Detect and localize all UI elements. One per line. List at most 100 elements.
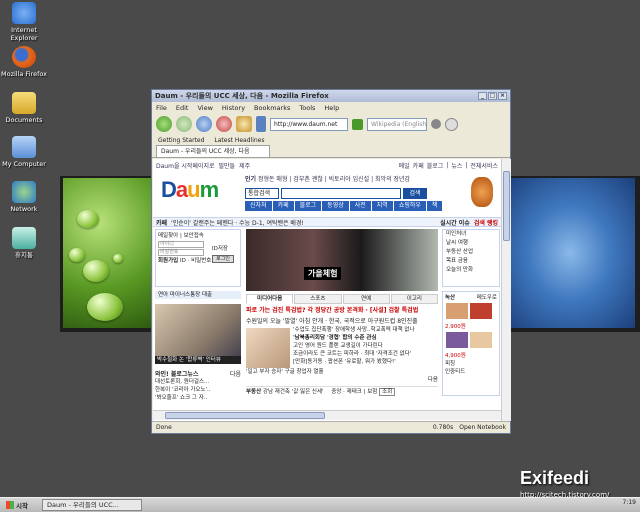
open-notebook-button[interactable]: Open Notebook <box>459 424 506 431</box>
product-price[interactable]: 2,900원 <box>445 323 497 331</box>
lookup-button[interactable]: 조회 <box>379 388 396 396</box>
news-item[interactable]: '남북총리회담 '경협' 합의 수준 관심 <box>293 334 438 342</box>
strip-headline[interactable]: '인순이' 갈랜주는 페멘다 · 수능 D-1, 여탁밴은 배경! <box>171 218 304 227</box>
minimize-button[interactable]: _ <box>478 92 487 100</box>
daum-top-link[interactable]: 필만들 <box>219 161 236 170</box>
product-image[interactable] <box>446 303 468 319</box>
daum-blog-link[interactable]: 블로그 <box>427 161 444 170</box>
news-item[interactable]: 고인 영어 원드 플랜 교생길이 가다린다 <box>293 342 438 350</box>
news-thumb-caption[interactable]: '일고 부자 승자' 구글 창업자 열흘 <box>246 368 438 376</box>
forward-button[interactable] <box>176 116 192 132</box>
desktop-icon-internet-explorer[interactable]: Internet Explorer <box>0 2 48 42</box>
daum-top-link[interactable]: 제주 <box>239 161 250 170</box>
start-button[interactable]: 시작 <box>0 499 34 512</box>
horizontal-scrollbar[interactable] <box>153 410 501 420</box>
menu-bookmarks[interactable]: Bookmarks <box>254 104 290 112</box>
search-rank-label[interactable]: 검색 랭킹 <box>474 218 498 227</box>
url-bar[interactable]: http://www.daum.net <box>270 117 348 131</box>
popular-keywords[interactable]: 정형돈 매형 | 검부촌 괜찮 | 빅토리아 임신설 | 최악의 장년감 <box>258 176 410 183</box>
thumbnail-caption[interactable]: 박수철화 논 '합류벽' 인터뷰 <box>155 356 241 364</box>
news-item[interactable]: 조금이라도 큰 코트는 피하라 · 최대 '자격조건 없다' <box>293 350 438 358</box>
taskbar-firefox-item[interactable]: Daum - 우리들의 UCC... <box>41 499 142 511</box>
product-label[interactable]: 피칭 <box>445 360 497 368</box>
login-button[interactable]: 로그인 <box>212 255 234 263</box>
service-item[interactable]: 미인처녀 <box>446 230 499 239</box>
product-label[interactable]: 인중티드 <box>445 368 497 376</box>
category-tab[interactable]: 지역 <box>371 201 393 211</box>
category-tab[interactable]: 동영상 <box>322 201 349 211</box>
vertical-scroll-thumb[interactable] <box>503 171 510 241</box>
service-item[interactable]: 날씨 여행 <box>446 239 499 248</box>
category-tab[interactable]: 사전 <box>349 201 371 211</box>
back-button[interactable] <box>156 116 172 132</box>
tab-entertainment[interactable]: 연예 <box>342 294 390 304</box>
blog-more-link[interactable]: 다음 <box>230 369 241 378</box>
headline[interactable]: 파로 가는 검진 특검법? 각 정당간 공방 본격화 · [사설] 검찰 특검법 <box>246 306 438 315</box>
search-icon[interactable] <box>431 119 441 129</box>
daum-logo[interactable]: Daum <box>161 177 219 203</box>
menu-file[interactable]: File <box>156 104 167 112</box>
login-options[interactable]: 메일찾아 | 보안접속 <box>158 232 238 240</box>
news-item[interactable]: [만화]동거동 · 팝션폰 '유로할, 뭐가 봤했다!' <box>293 358 438 366</box>
daum-news-link[interactable]: 뉴스 <box>451 161 462 170</box>
search-engine-input[interactable]: Wikipedia (English) <box>367 117 427 131</box>
news-more-link[interactable]: 다음 <box>246 376 438 384</box>
id-input[interactable]: 아이디 <box>158 241 204 248</box>
daum-set-homepage-link[interactable]: Daum을 시작페이지로 <box>156 161 215 170</box>
promo-strip[interactable]: 연아 마이너스통장 대출 <box>155 291 241 299</box>
tab-media-daum[interactable]: 미디어다음 <box>246 294 294 304</box>
news-thumbnail[interactable] <box>246 328 290 368</box>
maximize-button[interactable]: □ <box>488 92 497 100</box>
category-tab[interactable]: 신차처 <box>245 201 272 211</box>
close-button[interactable]: × <box>498 92 507 100</box>
blog-item[interactable]: 대선토론회, 원더걸스... <box>155 378 241 386</box>
tab-sports[interactable]: 스포츠 <box>294 294 342 304</box>
blog-item[interactable]: 한복이 '코리아 가오노'.. <box>155 386 241 394</box>
menu-tools[interactable]: Tools <box>299 104 315 112</box>
go-button[interactable] <box>352 118 363 130</box>
category-tab[interactable]: 블로그 <box>294 201 322 211</box>
horizontal-scroll-thumb[interactable] <box>165 412 325 419</box>
desktop-icon-documents[interactable]: Documents <box>0 92 48 124</box>
real-estate-headline[interactable]: 강남 재건축 '값 잃은 신세' <box>263 389 324 395</box>
category-tab[interactable]: 책 <box>426 201 443 211</box>
shop-more-link[interactable]: 메도우로 <box>477 294 497 302</box>
daum-search-input[interactable] <box>281 188 401 199</box>
headline[interactable]: 수원일의 오늘 '발열' 아침 안개 · 한국, 국적으로 아구원드컵 8인진출 <box>246 317 438 326</box>
home-button[interactable] <box>236 116 252 132</box>
search-type-select[interactable]: 통합검색 <box>245 188 279 199</box>
vertical-scrollbar[interactable] <box>501 159 511 421</box>
menu-history[interactable]: History <box>222 104 245 112</box>
daum-mail-link[interactable]: 메일 <box>399 161 410 170</box>
adblock-icon[interactable] <box>445 117 458 131</box>
tab-daum[interactable]: Daum - 우리들의 UCC 세상, 다음 <box>156 145 270 157</box>
baby-video-thumbnail[interactable] <box>155 304 241 364</box>
service-item[interactable]: 부동산 산업 <box>446 248 499 257</box>
news-item[interactable]: '수업도 집단폭행' 장애학생 사망..학교폭력 대책 없나 <box>293 326 438 334</box>
blog-item[interactable]: '봐오줄프' 쇼크 그 자.. <box>155 394 241 402</box>
daum-all-services-link[interactable]: 전체서비스 <box>470 161 498 170</box>
menu-view[interactable]: View <box>197 104 212 112</box>
menu-edit[interactable]: Edit <box>176 104 189 112</box>
category-tab[interactable]: 쇼핑하우 <box>393 201 426 211</box>
daum-cafe-link[interactable]: 카페 <box>413 161 424 170</box>
service-item[interactable]: 오늘의 만화 <box>446 266 499 275</box>
daum-search-button[interactable]: 검색 <box>403 188 427 199</box>
desktop-icon-firefox[interactable]: Mozilla Firefox <box>0 46 48 78</box>
desktop-icon-network[interactable]: Network <box>0 181 48 213</box>
save-id-checkbox[interactable]: ID저장 <box>212 245 228 253</box>
reload-button[interactable] <box>196 116 212 132</box>
product-image[interactable] <box>470 332 492 348</box>
product-price[interactable]: 4,900원 <box>445 352 497 360</box>
menu-help[interactable]: Help <box>324 104 339 112</box>
clock[interactable]: 7:19 <box>623 499 636 506</box>
tab-etc[interactable]: 이고리 <box>390 294 438 304</box>
finance-links[interactable]: 중앙 · 제태크 | 보험 <box>331 389 377 395</box>
service-item[interactable]: 목표 금융 <box>446 257 499 266</box>
product-image[interactable] <box>470 303 492 319</box>
featured-banner[interactable]: 가을체험 <box>246 229 438 291</box>
category-tab[interactable]: 카페 <box>272 201 294 211</box>
desktop-icon-recycle-bin[interactable]: 휴지통 <box>0 227 48 259</box>
product-image[interactable] <box>446 332 468 348</box>
desktop-icon-my-computer[interactable]: My Computer <box>0 136 48 168</box>
